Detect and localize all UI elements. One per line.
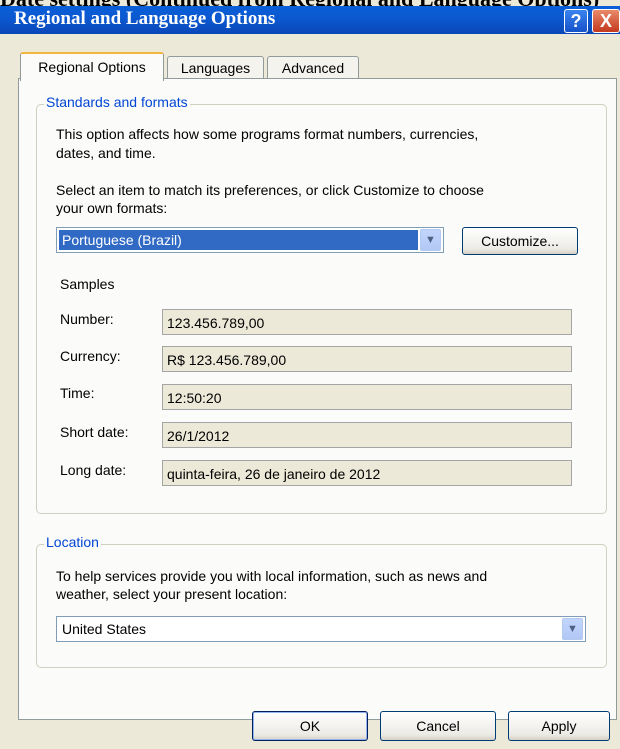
location-selected-value: United States — [62, 621, 147, 637]
title-bar[interactable]: Regional and Language Options ? X — [0, 6, 620, 34]
tab-advanced[interactable]: Advanced — [267, 56, 359, 79]
apply-label: Apply — [541, 718, 577, 734]
select-prompt-line-2: your own formats: — [56, 200, 168, 216]
customize-label: Customize... — [481, 233, 559, 249]
window-title: Regional and Language Options — [14, 8, 276, 29]
customize-button[interactable]: Customize... — [462, 227, 578, 255]
sample-value-long-date: quinta-feira, 26 de janeiro de 2012 — [162, 460, 572, 486]
sample-value-currency: R$ 123.456.789,00 — [162, 346, 572, 372]
format-dropdown[interactable]: Portuguese (Brazil) ▼ — [56, 227, 444, 253]
tab-languages[interactable]: Languages — [167, 56, 264, 79]
chevron-down-icon[interactable]: ▼ — [420, 229, 441, 251]
tab-regional-options[interactable]: Regional Options — [20, 52, 164, 81]
sample-label-short-date: Short date: — [60, 424, 129, 440]
location-group — [36, 544, 607, 668]
help-icon: ? — [570, 11, 582, 31]
sample-label-number: Number: — [60, 311, 114, 327]
location-dropdown[interactable]: United States ▼ — [56, 616, 586, 642]
sample-value-time: 12:50:20 — [162, 384, 572, 410]
tab-label: Languages — [180, 60, 251, 76]
ok-button[interactable]: OK — [252, 711, 368, 741]
ok-label: OK — [299, 718, 321, 734]
sample-value-short-date: 26/1/2012 — [162, 422, 572, 448]
format-selected-value: Portuguese (Brazil) — [59, 230, 418, 250]
location-description-line-1: To help services provide you with local … — [56, 568, 488, 584]
tab-label: Regional Options — [38, 59, 146, 75]
cancel-label: Cancel — [416, 718, 460, 734]
standards-legend: Standards and formats — [44, 94, 190, 110]
standards-description-line-2: dates, and time. — [56, 145, 156, 161]
samples-heading: Samples — [60, 276, 115, 292]
location-legend: Location — [44, 534, 101, 550]
apply-button[interactable]: Apply — [508, 711, 610, 741]
close-icon: X — [599, 11, 612, 31]
select-prompt-line-1: Select an item to match its preferences,… — [56, 182, 484, 198]
location-description-line-2: weather, select your present location: — [56, 586, 288, 602]
close-button[interactable]: X — [592, 9, 620, 33]
sample-label-time: Time: — [60, 385, 95, 401]
sample-value-number: 123.456.789,00 — [162, 309, 572, 335]
standards-description-line-1: This option affects how some programs fo… — [56, 126, 479, 142]
sample-label-currency: Currency: — [60, 348, 121, 364]
tab-label: Advanced — [281, 60, 345, 76]
sample-label-long-date: Long date: — [60, 462, 127, 478]
cancel-button[interactable]: Cancel — [380, 711, 496, 741]
chevron-down-icon[interactable]: ▼ — [562, 618, 583, 640]
help-button[interactable]: ? — [564, 9, 588, 33]
